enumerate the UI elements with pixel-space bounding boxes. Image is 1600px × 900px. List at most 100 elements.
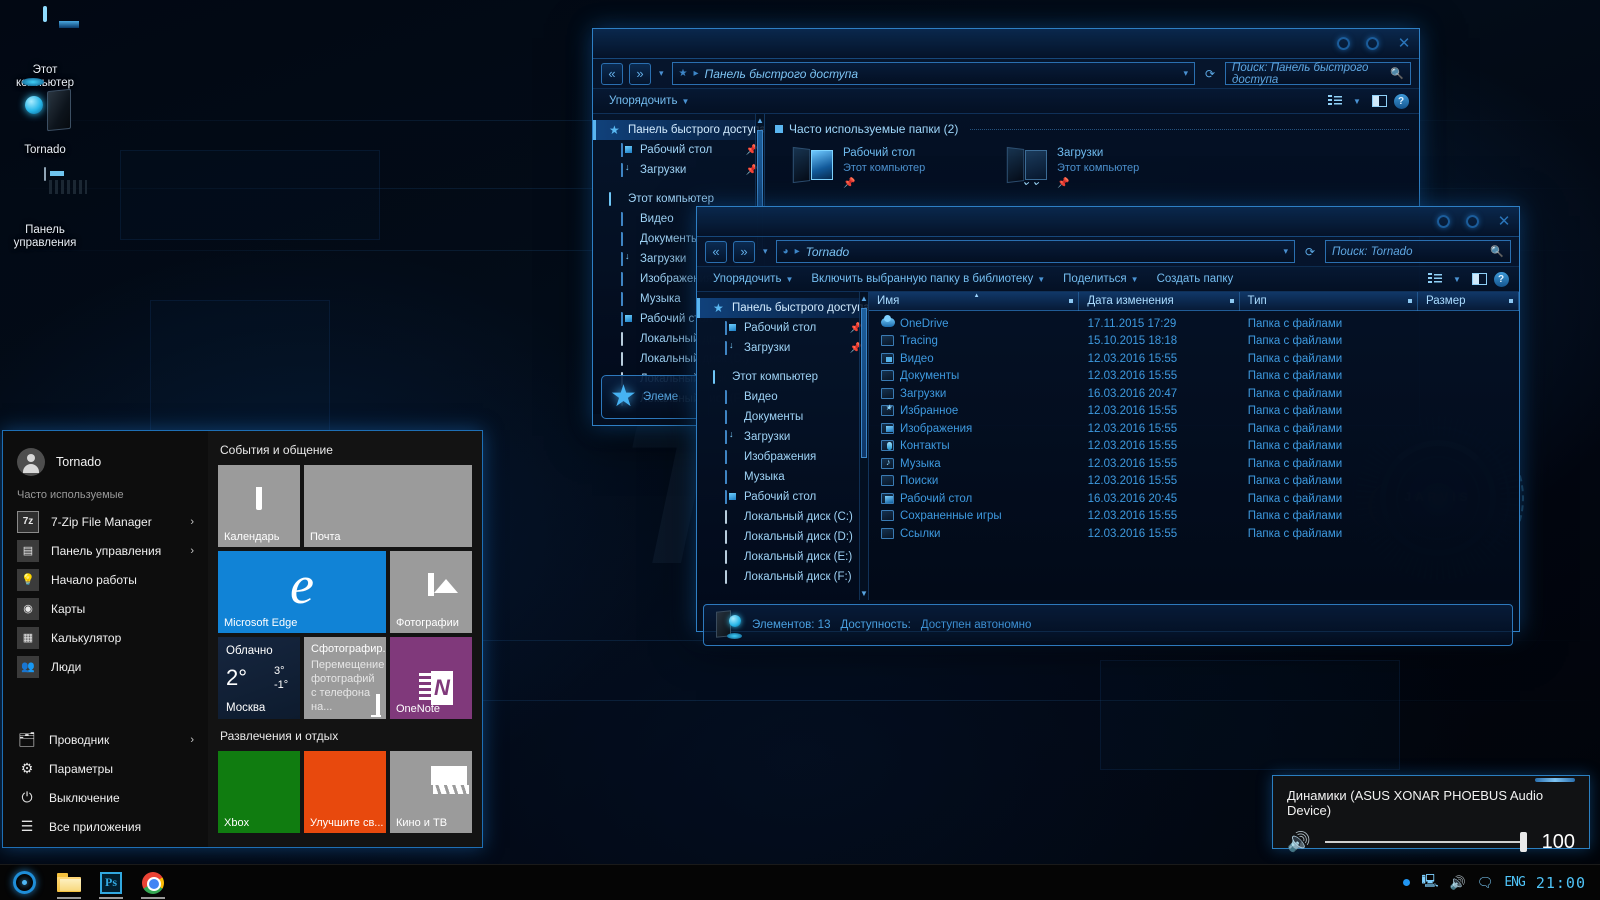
- nav-item[interactable]: Видео: [697, 387, 868, 407]
- window-titlebar[interactable]: ✕: [593, 29, 1419, 59]
- forward-button[interactable]: »: [629, 62, 651, 85]
- language-indicator[interactable]: ENG: [1504, 875, 1526, 890]
- address-bar-row[interactable]: « » ▾ ★ ▸ Панель быстрого доступа ▾ ⟳ По…: [593, 59, 1419, 88]
- address-dropdown-icon[interactable]: ▾: [1183, 68, 1188, 79]
- address-bar[interactable]: ★ ▸ Панель быстрого доступа ▾: [671, 62, 1195, 85]
- back-button[interactable]: «: [601, 62, 623, 85]
- taskbar-file-explorer[interactable]: [48, 865, 90, 900]
- back-button[interactable]: «: [705, 240, 727, 263]
- preview-pane-icon[interactable]: [1469, 270, 1489, 288]
- navigation-pane[interactable]: ★Панель быстрого доступаРабочий стол📌Заг…: [697, 292, 869, 600]
- start-frequent-item[interactable]: 7z 7-Zip File Manager ›: [3, 507, 208, 536]
- command-toolbar[interactable]: Упорядочить ▼ Включить выбранную папку в …: [697, 266, 1519, 292]
- clock[interactable]: 21:00: [1536, 874, 1586, 892]
- start-user-row[interactable]: Tornado: [3, 443, 208, 477]
- view-dropdown-icon[interactable]: ▼: [1347, 92, 1367, 110]
- table-row[interactable]: Рабочий стол 16.03.2016 20:45 Папка с файл…: [869, 490, 1519, 508]
- start-frequent-item[interactable]: ▤ Панель управления ›: [3, 536, 208, 565]
- nav-item[interactable]: Документы: [697, 407, 868, 427]
- table-row[interactable]: OneDrive 17.11.2015 17:29 Папка с файлами: [869, 314, 1519, 333]
- action-center-icon[interactable]: 🗨: [1477, 875, 1494, 891]
- avatar[interactable]: [17, 448, 45, 476]
- start-frequent-item[interactable]: ◉ Карты: [3, 594, 208, 623]
- start-frequent-item[interactable]: ▦ Калькулятор: [3, 623, 208, 652]
- tile-onenote[interactable]: N OneNote: [390, 637, 472, 719]
- tile-xbox[interactable]: Xbox: [218, 751, 300, 833]
- nav-scrollbar[interactable]: ▲ ▼: [859, 292, 868, 600]
- search-box[interactable]: Поиск: Tornado 🔍: [1325, 240, 1511, 263]
- table-row[interactable]: Tracing 15.10.2015 18:18 Папка с файлами: [869, 333, 1519, 351]
- table-row[interactable]: Контакты 12.03.2016 15:55 Папка с файлами: [869, 438, 1519, 456]
- start-bottom-item[interactable]: 🗂 Проводник ›: [3, 725, 208, 754]
- table-row[interactable]: Загрузки 16.03.2016 20:47 Папка с файлами: [869, 385, 1519, 403]
- column-header[interactable]: Дата изменения: [1079, 292, 1240, 311]
- search-box[interactable]: Поиск: Панель быстрого доступа 🔍: [1225, 62, 1411, 86]
- nav-item[interactable]: ★ Панель быстрого доступа: [697, 298, 868, 318]
- file-list[interactable]: OneDrive 17.11.2015 17:29 Папка с файлами T…: [869, 311, 1519, 543]
- file-list-pane[interactable]: Имя Дата изменения Тип Размер OneDrive 17.11…: [869, 292, 1519, 600]
- volume-icon[interactable]: 🔊: [1450, 875, 1466, 891]
- chevron-right-icon[interactable]: ›: [190, 734, 194, 746]
- column-header-row[interactable]: Имя Дата изменения Тип Размер: [869, 292, 1519, 311]
- preview-pane-icon[interactable]: [1369, 92, 1389, 110]
- desktop-icon-tornado[interactable]: Tornado: [0, 78, 90, 157]
- nav-item[interactable]: Изображения: [697, 447, 868, 467]
- breadcrumb-current[interactable]: Tornado: [806, 245, 850, 259]
- collapse-icon[interactable]: [775, 125, 783, 133]
- system-tray[interactable]: 🖳 🔊 🗨 ENG 21:00: [1403, 872, 1600, 894]
- toolbar-organize-button[interactable]: Упорядочить ▼: [705, 271, 801, 287]
- folder-item[interactable]: Рабочий стол Этот компьютер 📌: [792, 146, 993, 191]
- view-dropdown-icon[interactable]: ▼: [1447, 270, 1467, 288]
- address-dropdown-icon[interactable]: ▾: [1283, 246, 1288, 257]
- maximize-button[interactable]: [1466, 214, 1479, 228]
- chevron-right-icon[interactable]: ›: [190, 545, 194, 557]
- history-dropdown-icon[interactable]: ▾: [657, 68, 666, 79]
- tile-microsoft-edge[interactable]: e Microsoft Edge: [218, 551, 386, 633]
- address-bar[interactable]: ◕ ▸ Tornado ▾: [775, 240, 1295, 263]
- nav-item[interactable]: Локальный диск (E:): [697, 547, 868, 567]
- taskbar[interactable]: Ps 🖳 🔊 🗨 ENG 21:00: [0, 864, 1600, 900]
- nav-item[interactable]: Локальный диск (C:): [697, 507, 868, 527]
- column-header[interactable]: Тип: [1240, 292, 1418, 311]
- tile-calendar[interactable]: Календарь: [218, 465, 300, 547]
- toolbar-organize-button[interactable]: Упорядочить ▼: [601, 93, 697, 109]
- table-row[interactable]: Документы 12.03.2016 15:55 Папка с файлами: [869, 368, 1519, 386]
- chevron-right-icon[interactable]: ›: [190, 516, 194, 528]
- start-bottom-item[interactable]: ⏻ Выключение: [3, 783, 208, 812]
- start-frequent-item[interactable]: 👥 Люди: [3, 652, 208, 681]
- minimize-button[interactable]: [1437, 214, 1450, 228]
- nav-item[interactable]: Рабочий стол: [697, 487, 868, 507]
- toolbar-share-button[interactable]: Поделиться ▼: [1055, 271, 1146, 287]
- help-icon[interactable]: ?: [1491, 270, 1511, 288]
- volume-slider[interactable]: [1324, 832, 1527, 852]
- nav-item[interactable]: Рабочий стол 📌: [593, 140, 764, 160]
- command-toolbar[interactable]: Упорядочить ▼ ▼ ?: [593, 88, 1419, 114]
- tile-movies-tv[interactable]: Кино и ТВ: [390, 751, 472, 833]
- desktop-icon-control-panel[interactable]: Панель управления: [0, 167, 90, 250]
- refresh-button[interactable]: ⟳: [1201, 64, 1219, 84]
- start-bottom-item[interactable]: ⚙ Параметры: [3, 754, 208, 783]
- breadcrumb-current[interactable]: Панель быстрого доступа: [705, 67, 859, 81]
- close-button[interactable]: ✕: [1395, 34, 1413, 52]
- tile-mail[interactable]: Почта: [304, 465, 472, 547]
- nav-scrollbar-thumb[interactable]: [861, 308, 867, 458]
- column-header[interactable]: Размер: [1418, 292, 1519, 311]
- column-header[interactable]: Имя: [869, 292, 1080, 311]
- nav-item[interactable]: Рабочий стол 📌: [697, 318, 868, 338]
- nav-item[interactable]: Музыка: [697, 467, 868, 487]
- maximize-button[interactable]: [1366, 36, 1379, 50]
- volume-osd[interactable]: Динамики (ASUS XONAR PHOEBUS Audio Devic…: [1272, 775, 1590, 853]
- tile-office[interactable]: Улучшите св...: [304, 751, 386, 833]
- pin-icon[interactable]: 📌: [843, 176, 925, 191]
- start-button[interactable]: [0, 865, 48, 900]
- start-bottom-item[interactable]: ☰ Все приложения: [3, 812, 208, 841]
- nav-item[interactable]: ★ Панель быстрого доступа: [593, 120, 764, 140]
- desktop-icon-this-pc[interactable]: Этот компьютер: [0, 6, 90, 90]
- network-icon[interactable]: 🖳: [1421, 872, 1438, 894]
- history-dropdown-icon[interactable]: ▾: [761, 246, 770, 257]
- tile-grid-1[interactable]: Календарь Почта e Microsoft Edge Фотогра…: [218, 465, 472, 719]
- volume-slider-knob[interactable]: [1520, 832, 1527, 852]
- taskbar-photoshop[interactable]: Ps: [90, 865, 132, 900]
- table-row[interactable]: Изображения 12.03.2016 15:55 Папка с файла…: [869, 420, 1519, 438]
- pin-icon[interactable]: 📌: [1057, 176, 1139, 191]
